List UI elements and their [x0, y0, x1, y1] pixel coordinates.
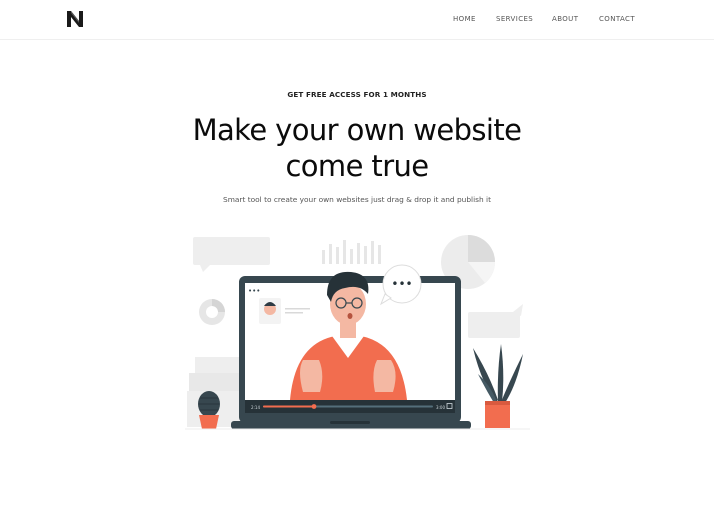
hero-headline: Make your own website come true [0, 112, 714, 184]
nav-contact-link[interactable]: CONTACT [599, 15, 635, 23]
video-duration: 3:00 [436, 405, 445, 410]
hero-eyebrow: GET FREE ACCESS FOR 1 MONTHS [287, 90, 427, 99]
speech-bubble-dots: ••• [391, 277, 412, 291]
bg-chat-box [193, 237, 270, 265]
hero-headline-line1: Make your own website [192, 113, 522, 147]
video-progress-fill [263, 405, 314, 408]
person-left-hand [300, 360, 323, 392]
navbar: HOME SERVICES ABOUT CONTACT [0, 0, 714, 40]
plant-pot [485, 401, 510, 428]
video-progress-handle[interactable] [311, 404, 317, 409]
nav-about-link[interactable]: ABOUT [552, 15, 578, 23]
cactus-pot [199, 415, 219, 429]
cactus-plant [198, 391, 220, 429]
bg-donut-icon [199, 299, 225, 325]
video-current-time: 2:14 [251, 405, 260, 410]
hero-headline-line2: come true [285, 149, 429, 183]
hero-subtitle: Smart tool to create your own websites j… [223, 195, 491, 204]
video-player-controls: 2:14 3:00 [245, 400, 455, 413]
person-mouth [347, 313, 353, 319]
window-dots-icon: ••• [248, 287, 260, 295]
hero-illustration: ••• ••• 2:14 3:00 [185, 235, 530, 430]
nav-home-link[interactable]: HOME [453, 15, 476, 23]
person-right-hand [373, 360, 396, 392]
speech-bubble: ••• [379, 264, 422, 306]
potted-plant [473, 344, 523, 428]
main-nav: HOME SERVICES ABOUT CONTACT [0, 15, 714, 27]
bg-message-box [468, 312, 520, 338]
nav-services-link[interactable]: SERVICES [496, 15, 533, 23]
bg-bar-chart-icon [322, 240, 381, 264]
